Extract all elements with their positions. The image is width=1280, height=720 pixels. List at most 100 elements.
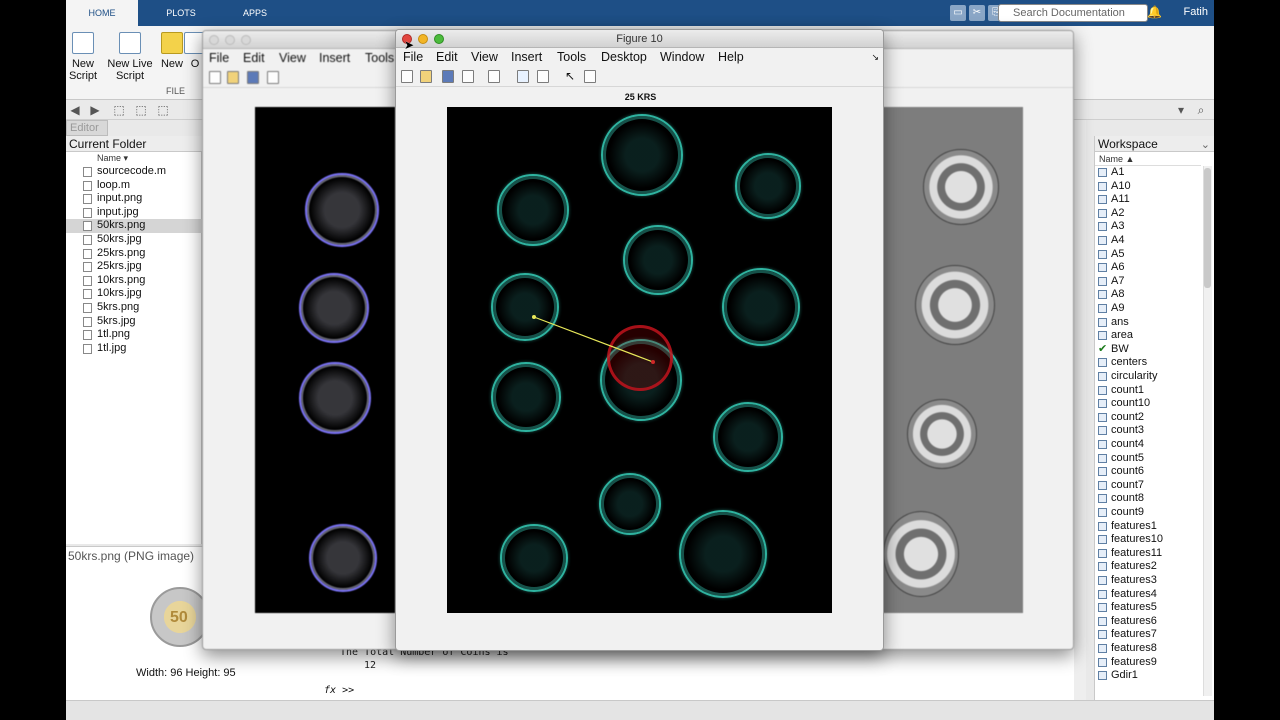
user-account-menu[interactable]: Fatih — [1184, 6, 1208, 18]
tab-home[interactable]: HOME — [66, 0, 138, 26]
figure-10-window[interactable]: Figure 10 File Edit View Insert Tools De… — [395, 29, 884, 651]
table-row[interactable]: features6 — [1095, 615, 1201, 629]
table-row[interactable]: features7 — [1095, 628, 1201, 642]
menu-insert[interactable]: Insert — [511, 50, 542, 64]
list-item[interactable]: 25krs.jpg — [66, 260, 202, 274]
forward-arrow-icon[interactable]: ▶ — [88, 103, 102, 117]
up-folder-icon[interactable]: ⬚ — [112, 103, 126, 117]
print-icon[interactable] — [267, 71, 279, 84]
list-item[interactable]: input.png — [66, 192, 202, 206]
table-row[interactable]: A7 — [1095, 275, 1201, 289]
menu-tools[interactable]: Tools — [557, 50, 586, 64]
list-item[interactable]: 50krs.png — [66, 219, 202, 233]
list-item[interactable]: 50krs.jpg — [66, 233, 202, 247]
list-item[interactable]: input.jpg — [66, 206, 202, 220]
open-file-icon[interactable] — [420, 70, 432, 83]
table-row[interactable]: Gdir1 — [1095, 669, 1201, 683]
cut-icon[interactable]: ✂ — [969, 5, 985, 21]
table-row[interactable]: features11 — [1095, 547, 1201, 561]
table-row[interactable]: A9 — [1095, 302, 1201, 316]
list-item[interactable]: 1tl.jpg — [66, 342, 202, 356]
command-window-scrollbar[interactable] — [1074, 120, 1086, 700]
workspace-name-column-header[interactable]: Name ▲ — [1095, 152, 1201, 166]
table-row[interactable]: A6 — [1095, 261, 1201, 275]
table-row[interactable]: count9 — [1095, 506, 1201, 520]
table-row[interactable]: A2 — [1095, 207, 1201, 221]
workspace-scrollbar-thumb[interactable] — [1204, 168, 1211, 288]
minimize-icon[interactable] — [225, 35, 235, 45]
tab-plots[interactable]: PLOTS — [146, 0, 216, 26]
menu-view[interactable]: View — [279, 51, 306, 65]
save-icon[interactable]: ▭ — [950, 5, 966, 21]
notification-bell-icon[interactable]: 🔔 — [1147, 5, 1162, 19]
table-row[interactable]: features4 — [1095, 588, 1201, 602]
menu-file[interactable]: File — [403, 50, 423, 64]
zoom-icon[interactable] — [241, 35, 251, 45]
menu-file[interactable]: File — [209, 51, 229, 65]
name-column-header[interactable]: Name ▾ — [66, 152, 202, 165]
dock-arrow-icon[interactable]: ↘ — [871, 52, 879, 63]
list-item[interactable]: 25krs.png — [66, 247, 202, 261]
table-row[interactable]: count7 — [1095, 479, 1201, 493]
list-item[interactable]: 10krs.png — [66, 274, 202, 288]
table-row[interactable]: circularity — [1095, 370, 1201, 384]
menu-edit[interactable]: Edit — [243, 51, 265, 65]
browse-folder-icon[interactable]: ⬚ — [134, 103, 148, 117]
pointer-icon[interactable]: ↖ — [565, 70, 577, 83]
property-editor-icon[interactable] — [584, 70, 596, 83]
table-row[interactable]: A3 — [1095, 220, 1201, 234]
menu-desktop[interactable]: Desktop — [601, 50, 647, 64]
command-prompt[interactable]: fx >> — [324, 685, 354, 696]
table-row[interactable]: count5 — [1095, 452, 1201, 466]
menu-tools[interactable]: Tools — [365, 51, 394, 65]
table-row[interactable]: A4 — [1095, 234, 1201, 248]
list-item[interactable]: loop.m — [66, 179, 202, 193]
table-row[interactable]: A5 — [1095, 248, 1201, 262]
table-row[interactable]: features3 — [1095, 574, 1201, 588]
table-row[interactable]: ans — [1095, 316, 1201, 330]
list-item[interactable]: 5krs.jpg — [66, 315, 202, 329]
new-live-script-button[interactable]: New Live Script — [106, 32, 154, 82]
address-search-icon[interactable]: ⌕ — [1194, 103, 1208, 117]
print-icon[interactable] — [462, 70, 474, 83]
table-row[interactable]: ✔ BW — [1095, 343, 1201, 357]
zoom-icon[interactable] — [434, 34, 444, 44]
open-file-icon[interactable] — [227, 71, 239, 84]
save-figure-icon[interactable] — [247, 71, 259, 84]
back-arrow-icon[interactable]: ◀ — [68, 103, 82, 117]
table-row[interactable]: area — [1095, 329, 1201, 343]
table-row[interactable]: A11 — [1095, 193, 1201, 207]
coin-detection-axes[interactable] — [447, 107, 832, 613]
menu-edit[interactable]: Edit — [436, 50, 458, 64]
table-row[interactable]: count8 — [1095, 492, 1201, 506]
table-row[interactable]: count2 — [1095, 411, 1201, 425]
table-row[interactable]: A8 — [1095, 288, 1201, 302]
menu-view[interactable]: View — [471, 50, 498, 64]
print-preview-icon[interactable] — [488, 70, 500, 83]
table-row[interactable]: A1 — [1095, 166, 1201, 180]
folder-icon[interactable]: ⬚ — [156, 103, 170, 117]
menu-insert[interactable]: Insert — [319, 51, 350, 65]
table-row[interactable]: count4 — [1095, 438, 1201, 452]
minimize-icon[interactable] — [418, 34, 428, 44]
table-row[interactable]: features2 — [1095, 560, 1201, 574]
menu-window[interactable]: Window — [660, 50, 704, 64]
tab-apps[interactable]: APPS — [222, 0, 288, 26]
table-row[interactable]: features10 — [1095, 533, 1201, 547]
figure-10-titlebar[interactable]: Figure 10 — [396, 30, 883, 48]
new-script-button[interactable]: New Script — [66, 32, 105, 82]
close-icon[interactable] — [209, 35, 219, 45]
link-plot-icon[interactable] — [517, 70, 529, 83]
table-row[interactable]: features5 — [1095, 601, 1201, 615]
table-row[interactable]: count3 — [1095, 424, 1201, 438]
search-documentation-input[interactable]: Search Documentation — [998, 4, 1148, 22]
table-row[interactable]: features9 — [1095, 656, 1201, 670]
table-row[interactable]: count1 — [1095, 384, 1201, 398]
table-row[interactable]: features1 — [1095, 520, 1201, 534]
save-figure-icon[interactable] — [442, 70, 454, 83]
table-row[interactable]: count10 — [1095, 397, 1201, 411]
list-item[interactable]: 10krs.jpg — [66, 287, 202, 301]
menu-help[interactable]: Help — [718, 50, 744, 64]
insert-colorbar-icon[interactable] — [537, 70, 549, 83]
list-item[interactable]: 1tl.png — [66, 328, 202, 342]
